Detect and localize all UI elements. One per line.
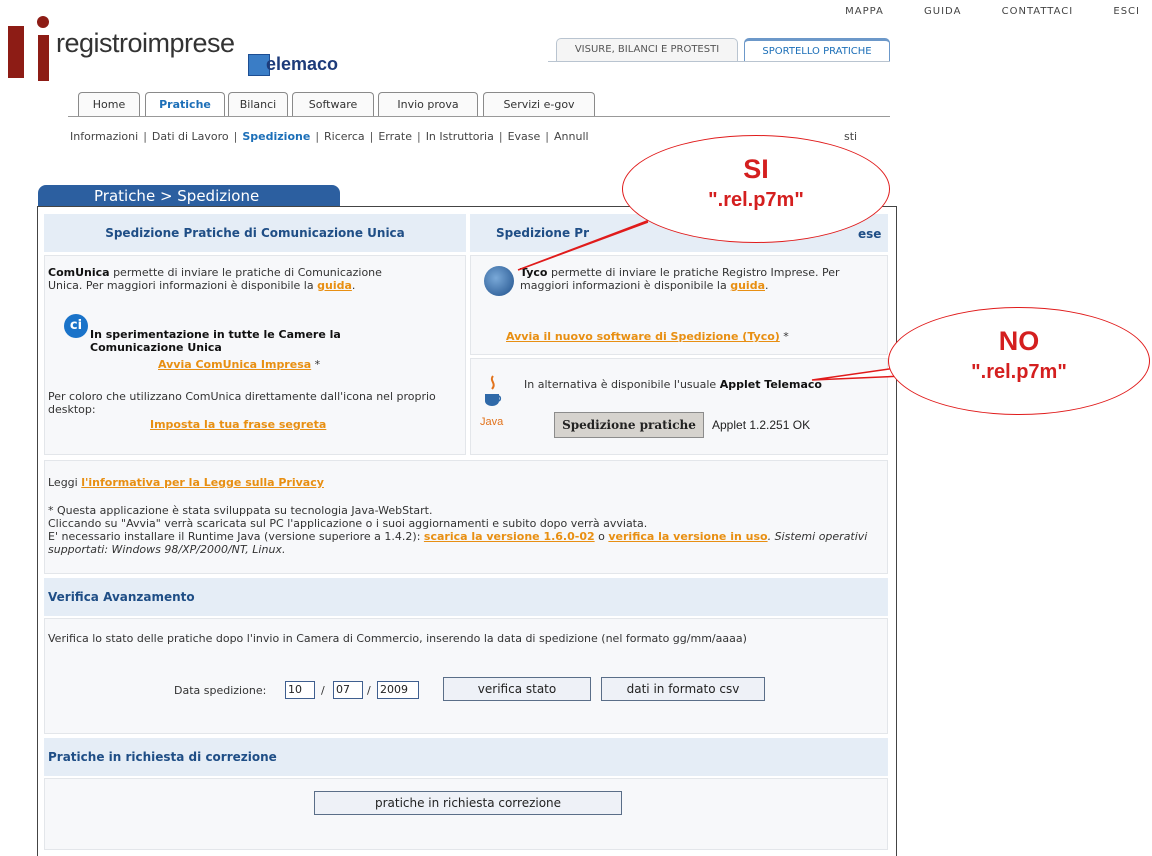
callout-no-title: NO [998, 326, 1040, 356]
callout-no: NO ".rel.p7m" [888, 307, 1150, 415]
callout-pointers [517, 215, 911, 381]
callout-no-sub: ".rel.p7m" [971, 361, 1067, 383]
callout-si-title: SI [743, 154, 769, 184]
callout-si-sub: ".rel.p7m" [708, 189, 804, 211]
callout-si: SI ".rel.p7m" [622, 135, 890, 243]
si-pointer [517, 215, 661, 271]
